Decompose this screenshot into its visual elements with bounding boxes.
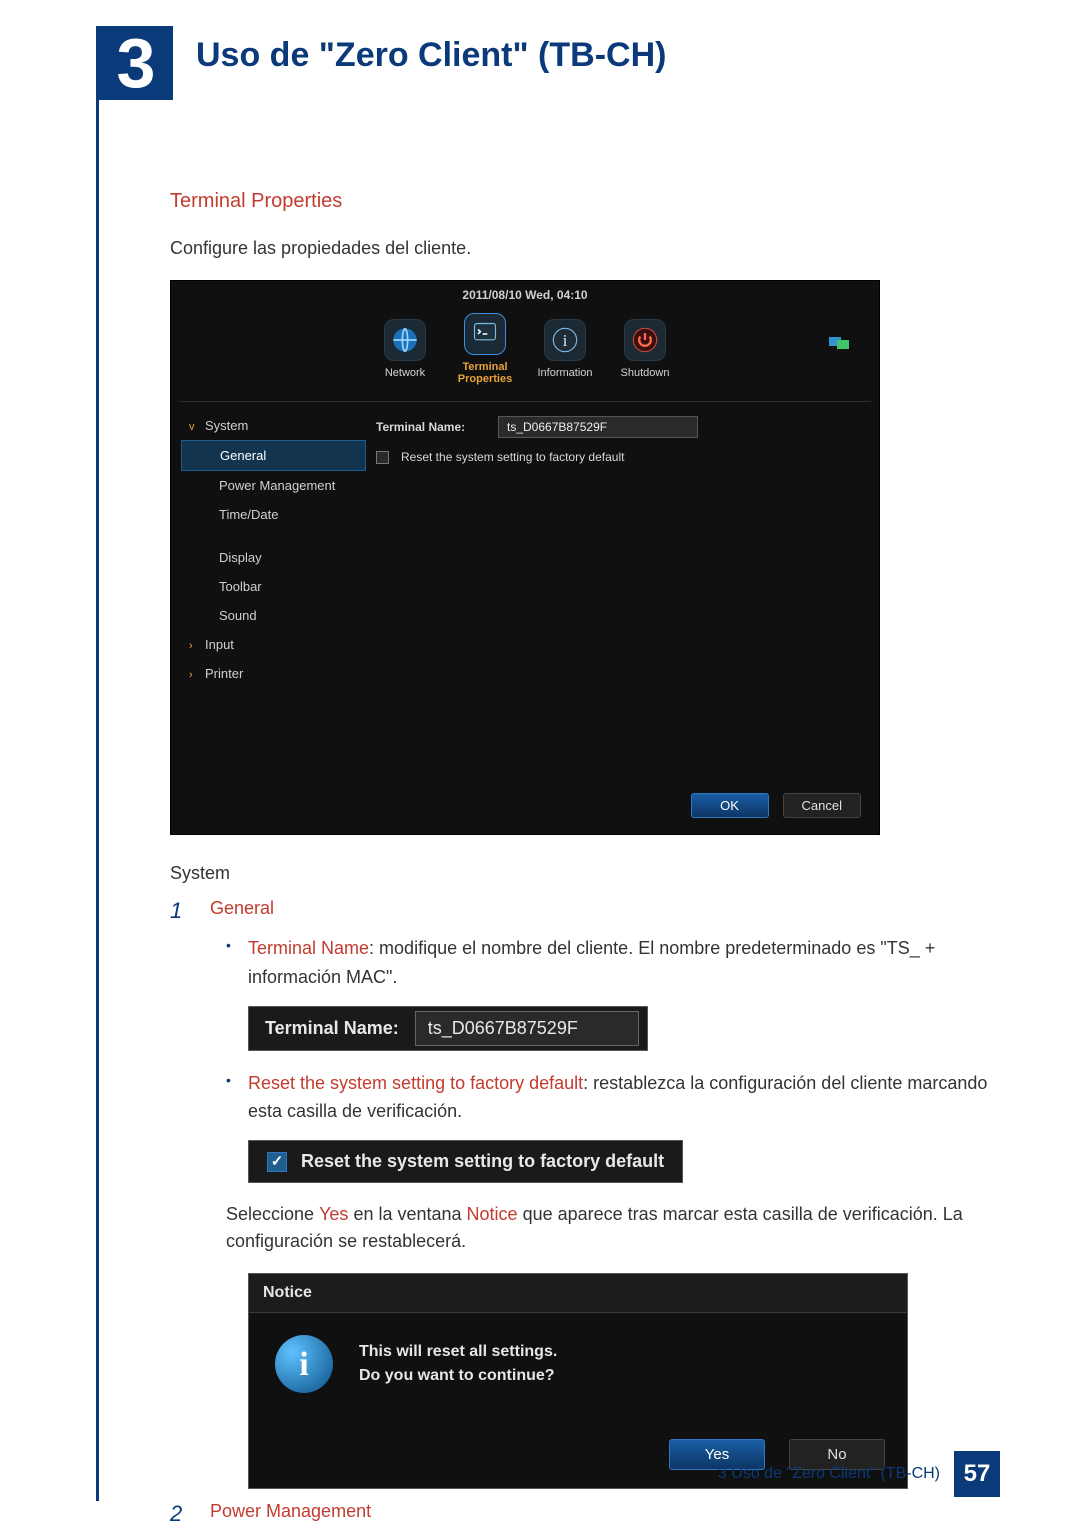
properties-panel: Terminal Name: Reset the system setting … xyxy=(376,416,861,766)
terminal-icon xyxy=(464,313,506,355)
sidebar-item-printer[interactable]: › Printer xyxy=(181,659,366,688)
text: en la ventana xyxy=(348,1204,466,1224)
bullet-terminal-name: Terminal Name: modifique el nombre del c… xyxy=(226,934,1000,992)
item-number: 1 xyxy=(170,898,190,924)
sidebar-item-label: Sound xyxy=(219,608,257,623)
chevron-right-icon: › xyxy=(189,669,193,681)
svg-text:i: i xyxy=(563,331,568,350)
terminal-name-label: Terminal Name: xyxy=(376,420,486,434)
chevron-down-icon: v xyxy=(189,421,195,433)
chevron-right-icon: › xyxy=(189,640,193,652)
list-item-2: 2 Power Management xyxy=(170,1501,1000,1527)
chapter-title: Uso de "Zero Client" (TB-CH) xyxy=(196,36,666,75)
tool-shutdown-label: Shutdown xyxy=(621,367,670,379)
notice-title: Notice xyxy=(249,1274,907,1313)
term-reset: Reset the system setting to factory defa… xyxy=(248,1073,583,1093)
checkmark-icon: ✓ xyxy=(267,1152,287,1172)
notice-line-1: This will reset all settings. xyxy=(359,1340,557,1364)
sidebar-item-label: Display xyxy=(219,550,262,565)
sub-heading-system: System xyxy=(170,863,1000,884)
dialog-button-bar: OK Cancel xyxy=(691,793,861,818)
term-notice: Notice xyxy=(467,1204,518,1224)
term-yes: Yes xyxy=(319,1204,348,1224)
footer-text: 3 Uso de "Zero Client" (TB-CH) xyxy=(718,1465,940,1483)
date-time-bar: 2011/08/10 Wed, 04:10 xyxy=(171,281,879,302)
sidebar: v System General Power Management Time/Da… xyxy=(181,411,366,688)
list-item-1: 1 General xyxy=(170,898,1000,924)
tool-network-label: Network xyxy=(385,367,425,379)
reset-strip-label: Reset the system setting to factory defa… xyxy=(301,1151,664,1172)
info-icon: i xyxy=(544,319,586,361)
sidebar-item-general[interactable]: General xyxy=(181,440,366,471)
notice-instruction: Seleccione Yes en la ventana Notice que … xyxy=(226,1201,1000,1255)
sidebar-item-label: Toolbar xyxy=(219,579,262,594)
sidebar-item-label: Power Management xyxy=(219,478,335,493)
sidebar-item-label: System xyxy=(205,418,248,433)
terminal-name-strip-value: ts_D0667B87529F xyxy=(415,1011,639,1046)
tool-terminal-label-1: Terminal xyxy=(462,361,507,373)
item-title: General xyxy=(210,898,274,924)
top-toolbar: Network Terminal Properties i Informatio… xyxy=(171,303,879,395)
ok-button[interactable]: OK xyxy=(691,793,769,818)
text: Seleccione xyxy=(226,1204,319,1224)
item-number: 2 xyxy=(170,1501,190,1527)
sidebar-item-label: Printer xyxy=(205,666,243,681)
item-title: Power Management xyxy=(210,1501,371,1527)
sidebar-item-label: Time/Date xyxy=(219,507,278,522)
sidebar-item-time-date[interactable]: Time/Date xyxy=(181,500,366,529)
sidebar-item-system[interactable]: v System xyxy=(181,411,366,440)
terminal-name-input[interactable] xyxy=(498,416,698,438)
reset-checkbox[interactable] xyxy=(376,451,389,464)
section-heading: Terminal Properties xyxy=(170,190,1000,213)
tool-information-label: Information xyxy=(537,367,592,379)
tool-shutdown[interactable]: Shutdown xyxy=(614,319,676,379)
reset-checkbox-label: Reset the system setting to factory defa… xyxy=(401,450,624,464)
vertical-rule xyxy=(96,26,99,1501)
sidebar-item-power-management[interactable]: Power Management xyxy=(181,471,366,500)
sidebar-item-toolbar[interactable]: Toolbar xyxy=(181,572,366,601)
reset-strip: ✓ Reset the system setting to factory de… xyxy=(248,1140,683,1183)
cancel-button[interactable]: Cancel xyxy=(783,793,861,818)
info-icon: i xyxy=(275,1335,333,1393)
terminal-properties-screenshot: 2011/08/10 Wed, 04:10 Network Terminal P… xyxy=(170,280,880,835)
page-footer: 3 Uso de "Zero Client" (TB-CH) 57 xyxy=(170,1451,1000,1497)
notice-message: This will reset all settings. Do you wan… xyxy=(359,1340,557,1388)
sidebar-item-sound[interactable]: Sound xyxy=(181,601,366,630)
page-number: 57 xyxy=(954,1451,1000,1497)
intro-text: Configure las propiedades del cliente. xyxy=(170,235,1000,262)
power-icon xyxy=(624,319,666,361)
bullet-reset: Reset the system setting to factory defa… xyxy=(226,1069,1000,1127)
tool-terminal-label-2: Properties xyxy=(458,373,512,385)
tool-network[interactable]: Network xyxy=(374,319,436,379)
sidebar-item-display[interactable]: Display xyxy=(181,543,366,572)
globe-icon xyxy=(384,319,426,361)
tool-information[interactable]: i Information xyxy=(534,319,596,379)
sidebar-item-input[interactable]: › Input xyxy=(181,630,366,659)
notice-line-2: Do you want to continue? xyxy=(359,1364,557,1388)
sidebar-item-label: Input xyxy=(205,637,234,652)
terminal-name-strip: Terminal Name: ts_D0667B87529F xyxy=(248,1006,648,1051)
sidebar-item-label: General xyxy=(220,448,266,463)
terminal-name-strip-label: Terminal Name: xyxy=(249,1008,415,1049)
term-terminal-name: Terminal Name xyxy=(248,938,369,958)
tray-icon xyxy=(823,331,857,353)
tool-terminal-properties[interactable]: Terminal Properties xyxy=(454,313,516,385)
divider xyxy=(179,401,871,402)
chapter-number: 3 xyxy=(99,26,173,100)
